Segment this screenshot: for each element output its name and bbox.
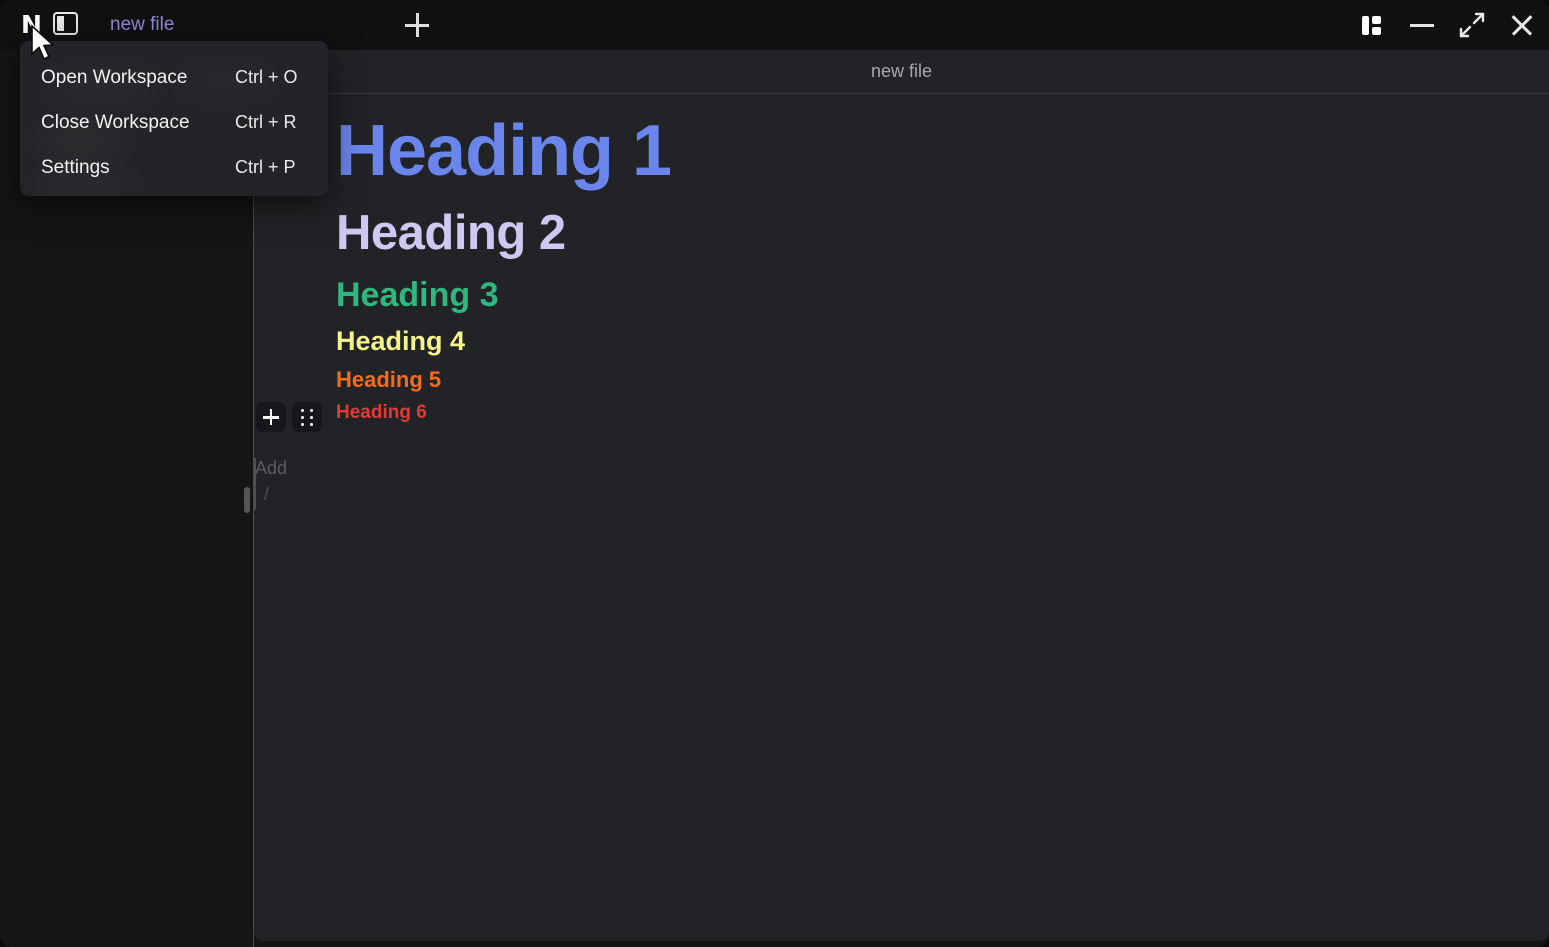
close-icon[interactable]: [1505, 8, 1539, 42]
new-tab-icon[interactable]: [405, 13, 431, 39]
menu-item-open-workspace[interactable]: Open Workspace Ctrl + O: [20, 55, 328, 100]
menu-item-close-workspace[interactable]: Close Workspace Ctrl + R: [20, 100, 328, 145]
heading-2-block[interactable]: Heading 2: [336, 187, 1549, 258]
block-controls: [256, 402, 322, 432]
heading-3-block[interactable]: Heading 3: [336, 258, 1549, 312]
heading-4-block[interactable]: Heading 4: [336, 312, 1549, 355]
tab-new-file[interactable]: new file: [98, 14, 186, 36]
menu-item-settings[interactable]: Settings Ctrl + P: [20, 145, 328, 190]
document-body[interactable]: Heading 1 Heading 2 Heading 3 Heading 4 …: [254, 95, 1549, 941]
minimize-icon[interactable]: [1405, 8, 1439, 42]
placeholder-slash-hint: /: [264, 484, 270, 504]
sidebar-resize-handle[interactable]: [244, 487, 250, 513]
sidebar-toggle-icon[interactable]: [53, 12, 78, 35]
panel-layout-icon[interactable]: [1355, 8, 1389, 42]
menu-item-label: Open Workspace: [41, 66, 188, 88]
menu-item-label: Close Workspace: [41, 111, 190, 133]
drag-handle-icon[interactable]: [292, 402, 322, 432]
app-logo-icon: N: [21, 9, 42, 39]
editor-panel: new file Heading 1 Heading 2 Heading 3 H…: [254, 50, 1549, 941]
app-window: N new file new file Heading 1 Heading 2 …: [0, 0, 1549, 947]
app-menu[interactable]: Open Workspace Ctrl + O Close Workspace …: [20, 41, 328, 196]
add-block-button[interactable]: [256, 402, 286, 432]
heading-6-block[interactable]: Heading 6: [336, 391, 1549, 422]
document-header: new file: [254, 50, 1549, 94]
menu-item-shortcut: Ctrl + P: [235, 157, 296, 177]
menu-item-shortcut: Ctrl + O: [235, 67, 298, 87]
heading-1-block[interactable]: Heading 1: [336, 95, 1549, 187]
placeholder-add-label: Add: [255, 458, 288, 478]
menu-item-label: Settings: [41, 156, 110, 178]
menu-item-shortcut: Ctrl + R: [235, 112, 297, 132]
maximize-icon[interactable]: [1455, 8, 1489, 42]
heading-5-block[interactable]: Heading 5: [336, 355, 1549, 391]
document-title: new file: [870, 61, 933, 81]
window-controls: [1355, 0, 1539, 50]
